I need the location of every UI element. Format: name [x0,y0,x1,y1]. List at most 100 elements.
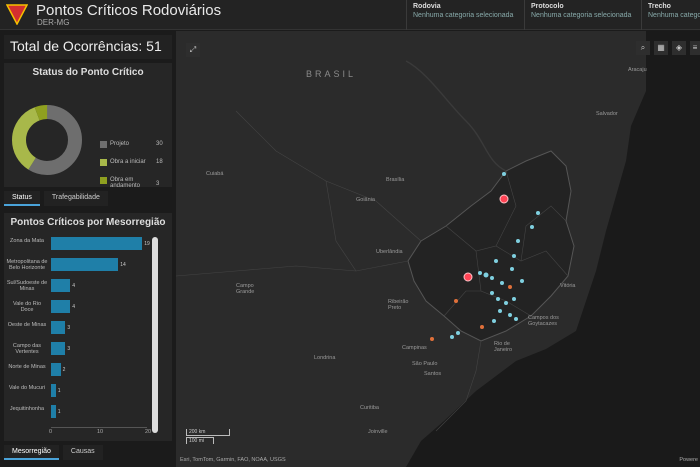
chart-scrollbar[interactable] [152,237,158,433]
legend-value-obra-em-andamento: 3 [156,181,160,187]
layers-icon[interactable]: ◈ [672,41,686,55]
bar[interactable] [51,405,56,418]
map-marker[interactable] [478,271,482,275]
x-axis-line [51,427,147,428]
filter-trecho[interactable]: Trecho Nenhuma categoria [641,0,700,30]
map-marker[interactable] [508,313,512,317]
bar-category-label: Zona da Mata [10,238,44,244]
bar[interactable] [51,300,71,313]
legend-value-projeto: 30 [156,141,163,147]
status-tabs: Status Trafegabilidade [4,191,108,206]
x-axis-tick: 20 [145,429,152,435]
map-marker-critical[interactable] [499,194,509,204]
map-marker[interactable] [512,254,516,258]
tab-trafegabilidade[interactable]: Trafegabilidade [43,191,108,206]
x-axis-tick: 10 [97,429,104,435]
map-marker-orange[interactable] [480,325,484,329]
basemap-icon[interactable]: ▦ [654,41,668,55]
map-marker[interactable] [490,291,494,295]
legend-label-obra-a-iniciar: Obra a iniciar [110,159,146,165]
status-card: Status do Ponto Crítico Projeto 30 Obra … [4,63,172,189]
mesorregiao-card: Pontos Críticos por Mesorregião Zona da … [4,213,172,441]
map-marker[interactable] [512,297,516,301]
map-marker[interactable] [516,239,520,243]
bar-value-label: 4 [72,304,75,310]
bar-category-label: Jequitinhonha [9,406,45,412]
legend-swatch-obra-em-andamento [100,177,107,184]
legend-icon[interactable]: ≡ [690,41,700,55]
map-view[interactable]: BRASIL Aracaju Salvador Brasília Goiânia… [176,31,700,467]
bar[interactable] [51,321,66,334]
bar-value-label: 1 [57,388,61,394]
bar[interactable] [51,342,66,355]
map-marker[interactable] [494,259,498,263]
scale-bar-km: 200 km [186,429,230,436]
filter-label: Trecho [648,3,671,10]
map-marker[interactable] [504,301,508,305]
bar-value-label: 2 [62,367,66,373]
bar-value-label: 14 [120,262,126,268]
bar-category-label: Sul/Sudoeste de Minas [6,280,48,292]
map-marker-orange[interactable] [508,285,512,289]
map-marker[interactable] [514,317,518,321]
tab-status[interactable]: Status [4,191,40,206]
der-logo-icon [6,4,28,25]
bar-category-label: Vale do Rio Doce [12,301,42,313]
expand-icon[interactable]: ⤢ [186,43,200,57]
x-axis-tick: 0 [49,429,53,435]
legend-swatch-obra-a-iniciar [100,159,107,166]
bar-category-label: Metropolitana de Belo Horizonte [6,259,48,271]
tab-mesorregiao[interactable]: Mesorregião [4,445,59,460]
bar[interactable] [51,237,143,250]
bar-value-label: 3 [67,346,71,352]
scale-bar-mi: 100 mi [186,437,214,444]
bar-category-label: Campo das Vertentes [12,343,42,355]
bar-category-label: Vale do Mucuri [8,385,46,391]
status-card-title: Status do Ponto Crítico [32,67,144,78]
bar[interactable] [51,384,56,397]
filter-rodovia[interactable]: Rodovia Nenhuma categoria selecionada [406,0,522,30]
tab-causas[interactable]: Causas [62,445,103,460]
map-marker[interactable] [510,267,514,271]
map-marker[interactable] [492,319,496,323]
bottom-tabs: Mesorregião Causas [4,445,103,460]
map-marker[interactable] [502,172,506,176]
status-donut-chart[interactable] [10,103,84,177]
top-bar: Pontos Críticos Rodoviários DER-MG Rodov… [0,0,700,30]
map-markers[interactable] [176,31,700,467]
map-marker[interactable] [456,331,460,335]
legend-value-obra-a-iniciar: 18 [156,159,163,165]
search-icon[interactable]: ⌕ [636,41,650,55]
map-attribution: Esri, TomTom, Garmin, FAO, NOAA, USGS [180,457,286,463]
map-marker[interactable] [530,225,534,229]
map-marker[interactable] [490,276,494,280]
bar-category-label: Norte de Minas [8,364,46,370]
bar[interactable] [51,363,61,376]
total-occurrences: Total de Ocorrências: 51 [4,35,172,59]
legend-swatch-projeto [100,141,107,148]
map-marker[interactable] [500,281,504,285]
map-marker[interactable] [536,211,540,215]
bar-value-label: 4 [72,283,75,289]
app-subtitle: DER-MG [37,18,70,27]
map-marker[interactable] [450,335,454,339]
bar-value-label: 19 [144,241,150,247]
filter-label: Rodovia [413,3,441,10]
legend-label-projeto: Projeto [110,141,130,147]
bar-value-label: 1 [57,409,61,415]
bar[interactable] [51,279,71,292]
left-panel: Total de Ocorrências: 51 Status do Ponto… [0,31,176,467]
map-marker-orange[interactable] [454,299,458,303]
map-marker-critical[interactable] [463,272,473,282]
map-marker[interactable] [483,272,489,278]
map-marker[interactable] [520,279,524,283]
map-marker[interactable] [496,297,500,301]
filter-value: Nenhuma categoria [648,12,700,19]
filter-label: Protocolo [531,3,564,10]
bar[interactable] [51,258,119,271]
map-marker-orange[interactable] [430,337,434,341]
map-marker[interactable] [498,309,502,313]
filter-protocolo[interactable]: Protocolo Nenhuma categoria selecionada [524,0,640,30]
powered-by: Powere [679,457,698,463]
filter-value: Nenhuma categoria selecionada [531,12,632,19]
